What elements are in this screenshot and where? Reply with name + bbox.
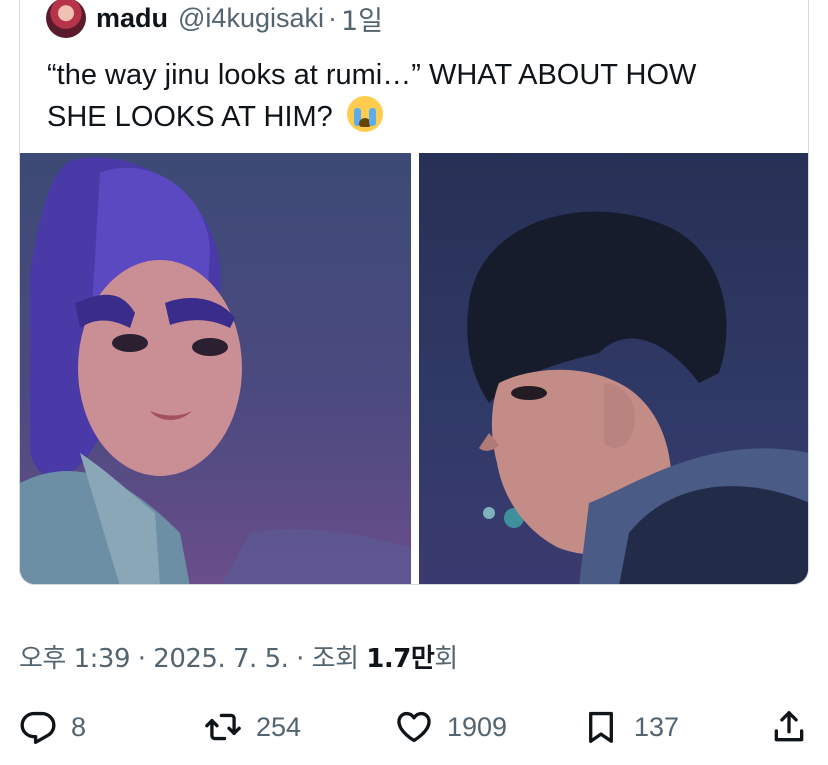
post-relative-time[interactable]: 1일 bbox=[341, 0, 383, 38]
post-time[interactable]: 오후 1:39 bbox=[19, 644, 131, 674]
reply-count: 8 bbox=[71, 711, 87, 742]
bookmark-icon bbox=[589, 711, 613, 743]
share-button[interactable] bbox=[770, 705, 822, 749]
views-suffix: 회 bbox=[434, 644, 458, 674]
like-button[interactable]: 1909 bbox=[395, 705, 507, 749]
action-bar: 8 254 1909 137 bbox=[0, 705, 828, 749]
reply-button[interactable]: 8 bbox=[19, 705, 86, 749]
rumi-portrait-image bbox=[20, 157, 411, 584]
bookmark-button[interactable]: 137 bbox=[582, 705, 679, 749]
repost-count: 254 bbox=[256, 711, 302, 742]
author-name[interactable]: madu bbox=[96, 3, 168, 34]
post-text-line-1: “the way jinu looks at rumi…” WHAT ABOUT… bbox=[47, 59, 697, 91]
meta-separator: · bbox=[296, 644, 304, 674]
post-date[interactable]: 2025. 7. 5. bbox=[153, 644, 289, 674]
views-count: 1.7만 bbox=[366, 644, 435, 674]
post-meta: 오후 1:39 · 2025. 7. 5. · 조회 1.7만회 bbox=[19, 638, 458, 675]
like-icon bbox=[397, 711, 431, 743]
jinu-portrait-image bbox=[467, 211, 808, 584]
quoted-post-text: “the way jinu looks at rumi…” WHAT ABOUT… bbox=[47, 55, 787, 138]
header-separator: · bbox=[327, 2, 337, 33]
repost-button[interactable]: 254 bbox=[204, 705, 301, 749]
media-grid bbox=[20, 153, 808, 584]
loudly-crying-face-icon bbox=[346, 96, 383, 132]
meta-separator: · bbox=[137, 644, 146, 674]
avatar[interactable] bbox=[46, 0, 86, 38]
views-label: 조회 bbox=[311, 644, 359, 674]
reply-icon bbox=[20, 711, 56, 745]
media-gap bbox=[411, 153, 419, 584]
like-count: 1909 bbox=[447, 711, 508, 742]
author-handle[interactable]: @i4kugisaki bbox=[178, 3, 324, 34]
media-image-left[interactable] bbox=[20, 153, 411, 584]
bookmark-count: 137 bbox=[634, 711, 680, 742]
quoted-post-card[interactable]: madu @i4kugisaki · 1일 “the way jinu look… bbox=[19, 0, 809, 585]
quoted-post-header: madu @i4kugisaki · 1일 bbox=[46, 0, 383, 38]
share-icon bbox=[774, 711, 804, 742]
post-text-line-2: SHE LOOKS AT HIM? bbox=[47, 101, 333, 133]
repost-icon bbox=[205, 713, 241, 741]
media-image-right[interactable] bbox=[419, 153, 808, 584]
